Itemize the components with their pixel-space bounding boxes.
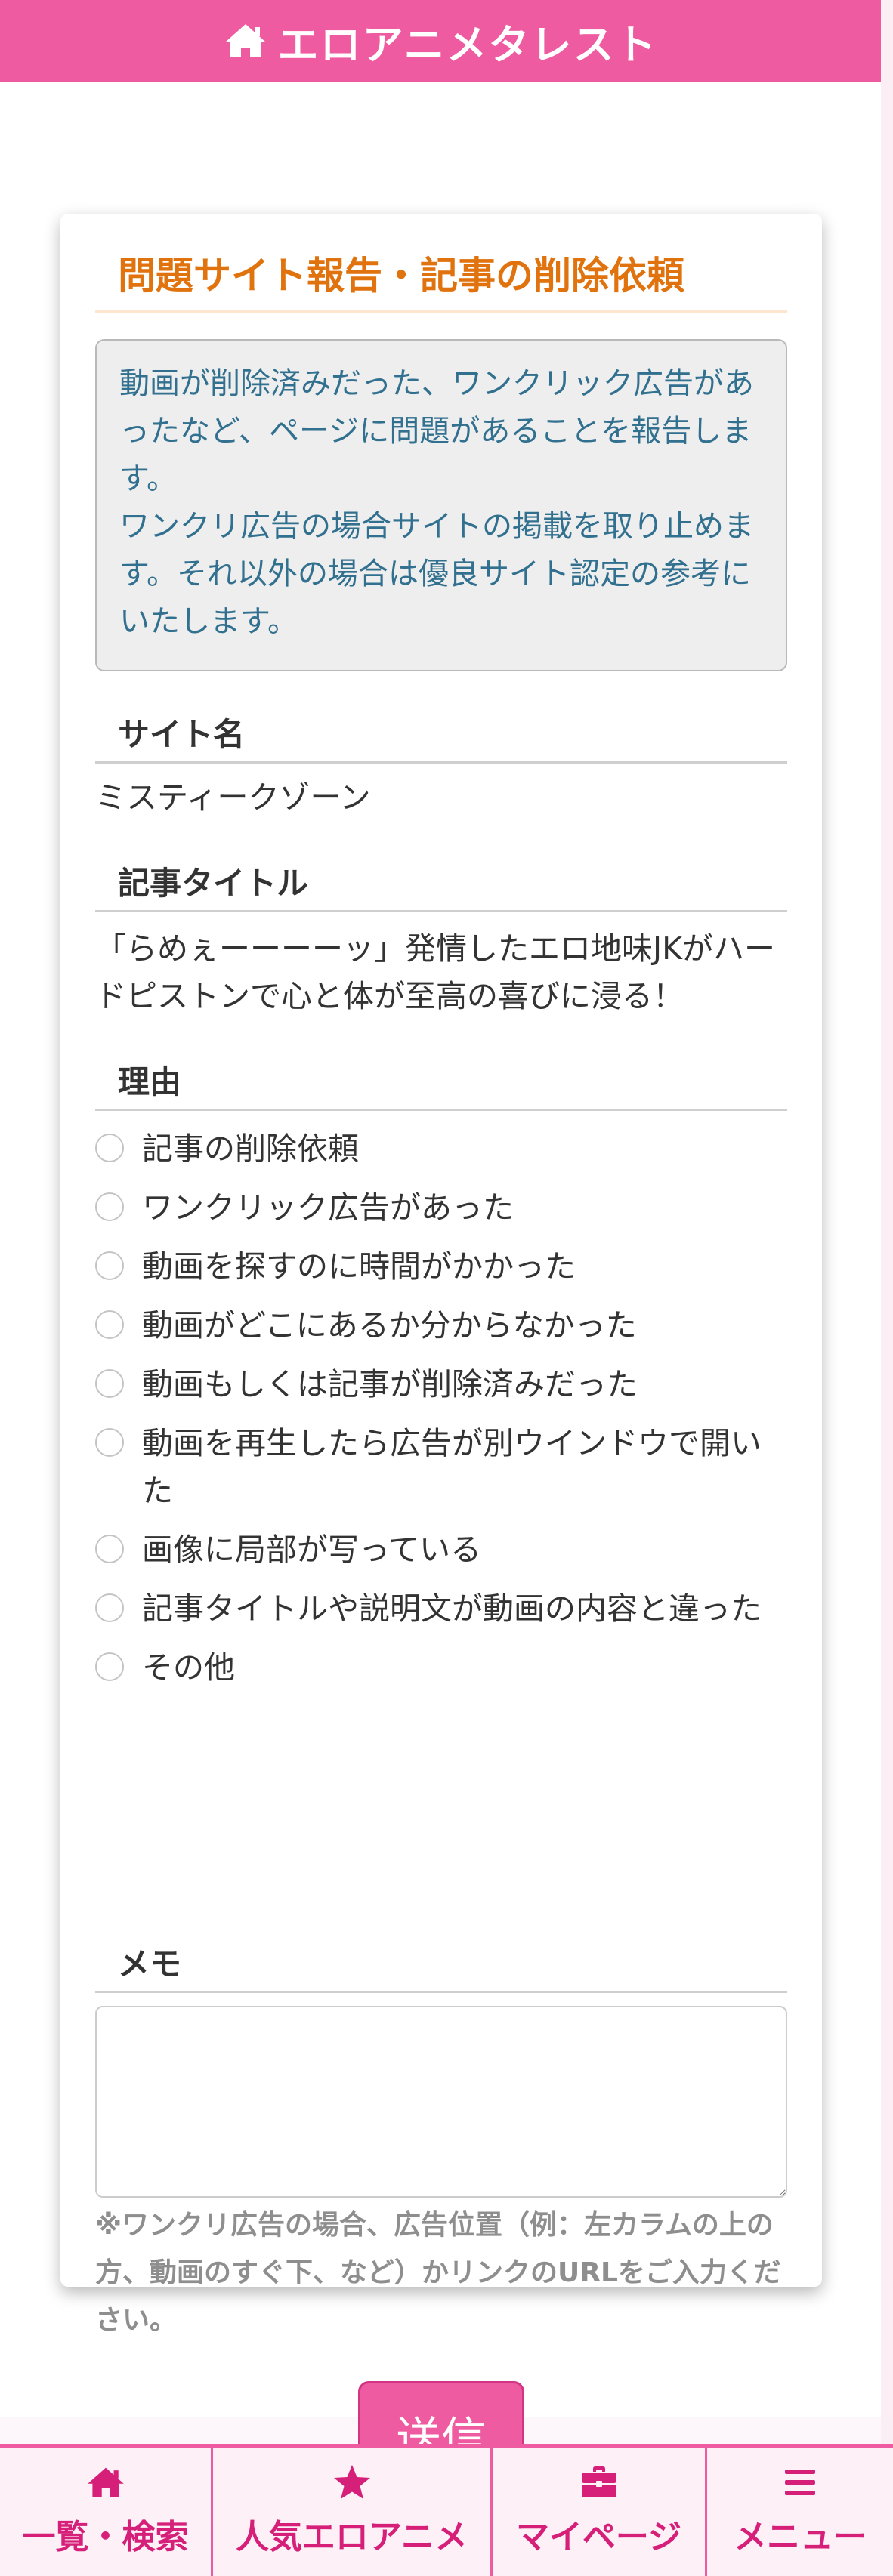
reason-option[interactable]: 画像に局部が写っている xyxy=(95,1526,787,1574)
radio-button[interactable] xyxy=(95,1369,124,1398)
reason-option[interactable]: 記事タイトルや説明文が動画の内容と違った xyxy=(95,1585,787,1633)
home-icon xyxy=(224,22,267,60)
reason-option-label[interactable]: 記事タイトルや説明文が動画の内容と違った xyxy=(142,1585,787,1633)
nav-item-mypage[interactable]: マイページ xyxy=(493,2448,707,2576)
reason-option-label[interactable]: ワンクリック広告があった xyxy=(142,1184,787,1232)
notice-paragraph-2: ワンクリ広告の場合サイトの掲載を取り止めます。それ以外の場合は優良サイト認定の参… xyxy=(119,509,754,639)
nav-item-list-search[interactable]: 一覧・検索 xyxy=(0,2448,213,2576)
nav-item-label[interactable]: メニュー xyxy=(734,2510,867,2558)
nav-item-label[interactable]: 人気エロアニメ xyxy=(236,2510,468,2558)
reason-option[interactable]: 動画がどこにあるか分からなかった xyxy=(95,1302,787,1350)
site-name-divider xyxy=(95,761,787,764)
reason-option-label[interactable]: その他 xyxy=(142,1644,787,1692)
radio-button[interactable] xyxy=(95,1251,124,1280)
nav-item-label[interactable]: マイページ xyxy=(516,2510,681,2558)
reason-option[interactable]: ワンクリック広告があった xyxy=(95,1184,787,1232)
memo-divider xyxy=(95,1991,787,1993)
reason-option[interactable]: 動画を探すのに時間がかかった xyxy=(95,1243,787,1291)
article-title-divider xyxy=(95,910,787,912)
reason-option-label[interactable]: 動画を再生したら広告が別ウインドウで開いた xyxy=(142,1420,787,1515)
site-header[interactable]: エロアニメタレスト xyxy=(0,0,881,82)
report-form-card: 問題サイト報告・記事の削除依頼 動画が削除済みだった、ワンクリック広告があったな… xyxy=(60,214,822,2488)
star-icon xyxy=(332,2463,372,2502)
bottom-navigation: 一覧・検索 人気エロアニメ マイページ メニュー xyxy=(0,2444,893,2576)
radio-button[interactable] xyxy=(95,1310,124,1339)
nav-item-menu[interactable]: メニュー xyxy=(707,2448,893,2576)
article-title-label: 記事タイトル xyxy=(118,865,309,902)
reason-divider xyxy=(95,1109,787,1111)
reason-option[interactable]: 動画もしくは記事が削除済みだった xyxy=(95,1361,787,1408)
memo-textarea[interactable] xyxy=(95,2006,787,2198)
reason-option-label[interactable]: 動画がどこにあるか分からなかった xyxy=(142,1302,787,1350)
reason-option-label[interactable]: 動画もしくは記事が削除済みだった xyxy=(142,1361,787,1408)
reason-option[interactable]: 記事の削除依頼 xyxy=(95,1125,787,1173)
article-title-value: 「らめぇーーーーッ」発情したエロ地味JKがハードピストンで心と体が至高の喜びに浸… xyxy=(95,930,775,1014)
radio-button[interactable] xyxy=(95,1134,124,1162)
menu-icon xyxy=(783,2463,817,2502)
radio-button[interactable] xyxy=(95,1652,124,1681)
reason-option[interactable]: 動画を再生したら広告が別ウインドウで開いた xyxy=(95,1420,787,1515)
nav-item-label[interactable]: 一覧・検索 xyxy=(23,2510,189,2558)
radio-button[interactable] xyxy=(95,1593,124,1622)
page-edge-strip xyxy=(881,0,893,2447)
home-icon xyxy=(86,2463,125,2502)
radio-button[interactable] xyxy=(95,1428,124,1457)
radio-button[interactable] xyxy=(95,1535,124,1563)
notice-box: 動画が削除済みだった、ワンクリック広告があったなど、ページに問題があることを報告… xyxy=(95,339,787,671)
reason-option-label[interactable]: 動画を探すのに時間がかかった xyxy=(142,1243,787,1291)
reason-option[interactable]: その他 xyxy=(95,1644,787,1692)
form-title: 問題サイト報告・記事の削除依頼 xyxy=(118,254,684,298)
memo-label: メモ xyxy=(118,1945,182,1982)
title-divider xyxy=(95,310,787,313)
nav-item-popular[interactable]: 人気エロアニメ xyxy=(213,2448,493,2576)
reason-label: 理由 xyxy=(118,1063,182,1100)
site-name-value: ミスティークゾーン xyxy=(95,779,371,816)
reason-options: 記事の削除依頼 ワンクリック広告があった 動画を探すのに時間がかかった 動画がど… xyxy=(95,1125,787,1692)
radio-button[interactable] xyxy=(95,1192,124,1221)
memo-help-text: ※ワンクリ広告の場合、広告位置（例：左カラムの上の方、動画のすぐ下、など）かリン… xyxy=(95,2210,781,2336)
reason-option-label[interactable]: 記事の削除依頼 xyxy=(142,1125,787,1173)
site-name-label: サイト名 xyxy=(118,716,246,753)
site-title[interactable]: エロアニメタレスト xyxy=(278,11,658,71)
reason-option-label[interactable]: 画像に局部が写っている xyxy=(142,1526,787,1574)
briefcase-icon xyxy=(580,2463,618,2502)
notice-paragraph-1: 動画が削除済みだった、ワンクリック広告があったなど、ページに問題があることを報告… xyxy=(119,366,754,496)
